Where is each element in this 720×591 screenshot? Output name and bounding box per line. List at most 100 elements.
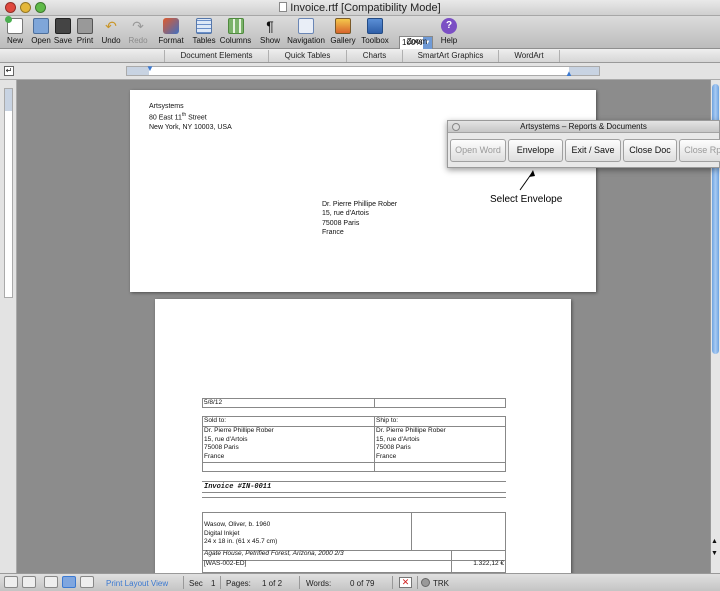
undo-label: Undo (101, 36, 121, 45)
print-button[interactable]: Print (74, 18, 96, 45)
navigation-button[interactable]: Navigation (286, 18, 326, 45)
track-changes-label[interactable]: TRK (433, 579, 449, 588)
recipient-line: Dr. Pierre Phillipe Rober (322, 201, 398, 208)
tables-button[interactable]: Tables (191, 18, 217, 45)
right-indent-marker-icon[interactable]: ▲ (565, 69, 573, 78)
close-rpt-button[interactable]: Close Rpt (679, 139, 720, 162)
return-address-line: Artsystems (149, 103, 184, 110)
undo-button[interactable]: ↶ Undo (99, 18, 123, 45)
columns-button[interactable]: Columns (219, 18, 252, 45)
close-doc-button[interactable]: Close Doc (623, 139, 677, 162)
view-label: Print Layout View (106, 579, 169, 588)
words-label: Words: (306, 579, 332, 588)
toolbox-button[interactable]: Toolbox (359, 18, 391, 45)
exit-save-button[interactable]: Exit / Save (565, 139, 621, 162)
reports-palette: Artsystems – Reports & Documents Open Wo… (447, 120, 720, 168)
pilcrow-icon: ¶ (266, 18, 274, 34)
callout-text: Select Envelope (490, 194, 563, 205)
pages-value: 1 of 2 (262, 579, 283, 588)
status-bar: Print Layout View Sec 1 Pages: 1 of 2 Wo… (0, 573, 720, 591)
undo-icon: ↶ (105, 18, 117, 34)
callout-arrow (519, 170, 535, 191)
navigation-label: Navigation (287, 36, 325, 45)
zoom-label-box: Zoom (404, 37, 430, 46)
title-bar: Invoice.rtf [Compatibility Mode] (0, 0, 720, 16)
item-artist: Wasow, Oliver, b. 1960 (204, 521, 271, 528)
table-icon (196, 18, 212, 34)
spelling-check-icon[interactable]: ✕ (399, 577, 412, 588)
horizontal-ruler[interactable]: ▼ ▲ (126, 64, 600, 78)
recipient-line: 75008 Paris (322, 219, 360, 227)
item-price: 1.322,12 € (473, 560, 504, 567)
item-code: [WAS-002-ED] (204, 560, 247, 567)
tab-smartart-graphics[interactable]: SmartArt Graphics (402, 50, 498, 62)
standard-toolbar: New Open Save Print ↶ Undo ↷ Redo Format T… (0, 16, 720, 50)
date-row: 5/8/12 (202, 398, 506, 408)
invoice-date: 5/8/12 (204, 399, 223, 406)
tables-label: Tables (192, 36, 216, 45)
save-label: Save (53, 36, 73, 45)
toolbox-icon (367, 18, 383, 34)
open-word-button[interactable]: Open Word (450, 139, 506, 162)
notebook-view-button[interactable] (80, 576, 94, 588)
window-title-text: Invoice.rtf [Compatibility Mode] (290, 2, 441, 14)
tab-wordart[interactable]: WordArt (498, 50, 560, 62)
palette-title-bar: Artsystems – Reports & Documents (448, 121, 719, 133)
save-icon (55, 18, 71, 34)
tab-charts[interactable]: Charts (346, 50, 402, 62)
sold-to-address: Dr. Pierre Phillipe Rober 15, rue d'Artoi… (204, 427, 274, 460)
redo-label: Redo (128, 36, 148, 45)
vertical-ruler (0, 80, 17, 573)
zoom-label: Zoom (406, 37, 428, 46)
elements-ribbon: Document Elements Quick Tables Charts Sm… (0, 49, 720, 63)
new-label: New (6, 36, 23, 45)
document-icon (279, 2, 288, 12)
navigation-icon (298, 18, 314, 34)
track-changes-icon[interactable] (421, 578, 430, 587)
palette-close-icon[interactable] (452, 123, 460, 131)
open-label: Open (31, 36, 51, 45)
columns-icon (227, 18, 244, 34)
scroll-down-arrow-icon[interactable]: ▼ (711, 550, 718, 557)
new-button[interactable]: New (4, 16, 26, 45)
return-address: Artsystems 80 East 11th Street New York,… (149, 102, 232, 132)
tab-quick-tables[interactable]: Quick Tables (268, 50, 346, 62)
indent-marker-icon[interactable]: ▼ (146, 64, 154, 73)
palette-title: Artsystems – Reports & Documents (520, 122, 647, 131)
envelope-button[interactable]: Envelope (508, 139, 563, 162)
gallery-button[interactable]: Gallery (329, 18, 357, 45)
recipient-line: 15, rue d'Artois (322, 210, 369, 218)
invoice-number: Invoice #IN-0011 (204, 483, 272, 491)
recipient-line: France (322, 228, 344, 236)
help-icon: ? (441, 18, 457, 34)
show-label: Show (259, 36, 280, 45)
tab-document-elements[interactable]: Document Elements (164, 50, 268, 62)
print-layout-view-button[interactable] (62, 576, 76, 588)
tab-selector-icon[interactable]: ↵ (4, 66, 14, 76)
publishing-view-button[interactable] (44, 576, 58, 588)
format-brush-icon (163, 18, 179, 34)
outline-view-button[interactable] (22, 576, 36, 588)
print-label: Print (76, 36, 94, 45)
redo-button[interactable]: ↷ Redo (126, 18, 150, 45)
help-button[interactable]: ? Help (438, 18, 460, 45)
scroll-up-arrow-icon[interactable]: ▲ (711, 538, 718, 545)
new-document-icon (5, 16, 23, 34)
format-label: Format (158, 36, 184, 45)
format-button[interactable]: Format (157, 18, 185, 45)
item-title: Agate House, Petrified Forest, Arizona, … (204, 550, 344, 557)
item-table: Wasow, Oliver, b. 1960 Digital Inkjet 24… (202, 512, 506, 573)
item-size: 24 x 18 in. (61 x 45.7 cm) (204, 538, 278, 545)
return-address-line: 80 East 11th Street (149, 112, 207, 122)
draft-view-button[interactable] (4, 576, 18, 588)
help-label: Help (440, 36, 458, 45)
horizontal-ruler-bar: ↵ ▼ ▲ (0, 63, 720, 80)
words-value: 0 of 79 (350, 579, 375, 588)
save-button[interactable]: Save (53, 18, 73, 45)
gallery-icon (335, 18, 351, 34)
address-table: Sold to: Ship to: Dr. Pierre Phillipe Ro… (202, 416, 506, 472)
recipient-address: Dr. Pierre Phillipe Rober 15, rue d'Arto… (322, 200, 397, 237)
show-button[interactable]: ¶ Show (259, 18, 281, 45)
sold-to-label: Sold to: (204, 417, 227, 424)
open-button[interactable]: Open (29, 18, 53, 45)
